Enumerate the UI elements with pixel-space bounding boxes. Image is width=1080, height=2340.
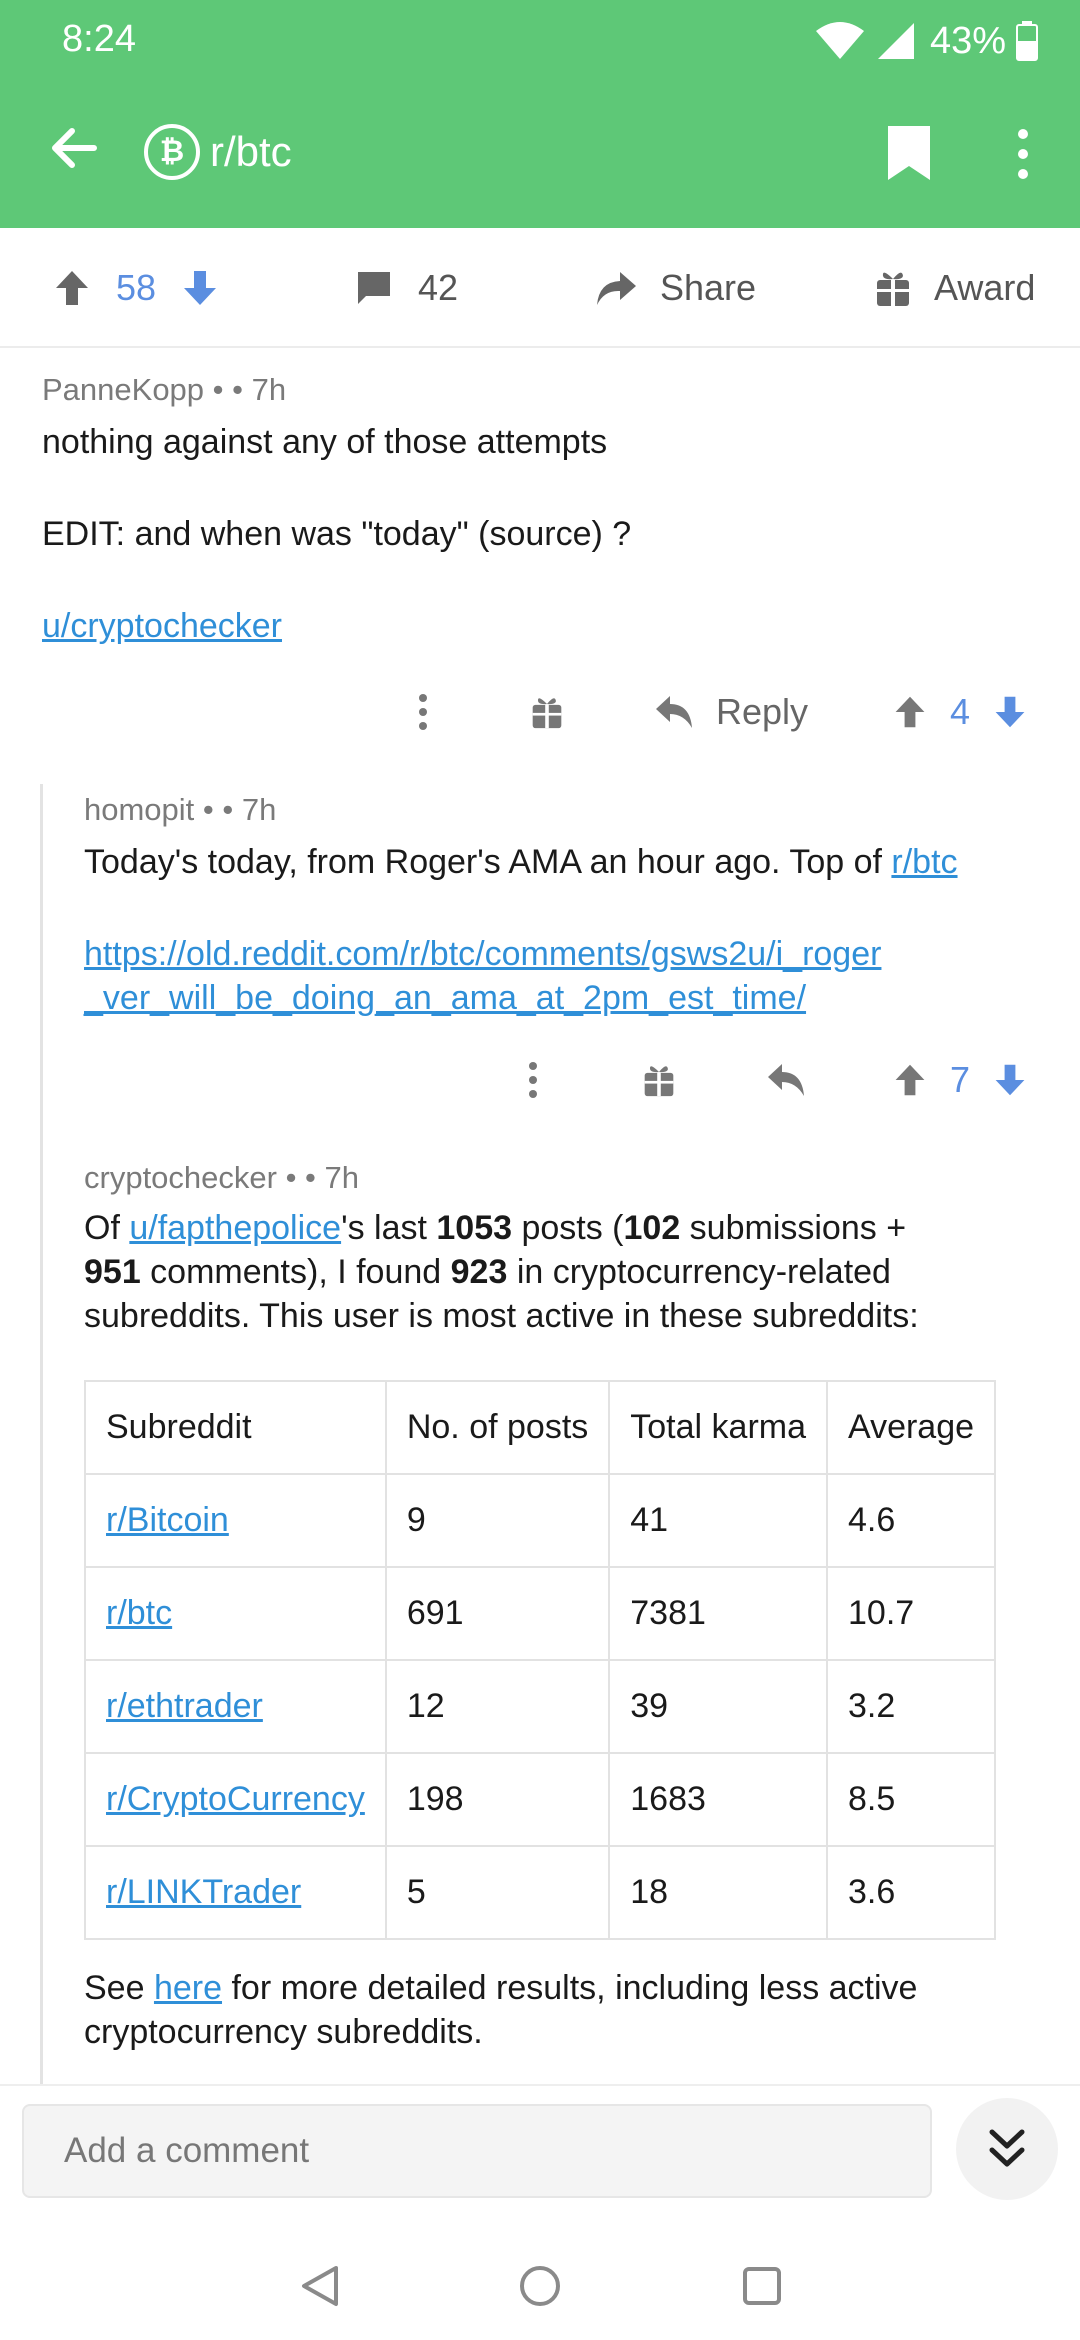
divider bbox=[0, 2084, 1080, 2086]
add-comment-input[interactable]: Add a comment bbox=[22, 2104, 932, 2198]
nav-home-icon[interactable] bbox=[518, 2264, 562, 2308]
table-row: r/CryptoCurrency 198 1683 8.5 bbox=[84, 1752, 997, 1847]
comment-text: cryptocurrency subreddits. bbox=[84, 2013, 483, 2051]
table-header-row: Subreddit No. of posts Total karma Avera… bbox=[84, 1380, 997, 1475]
table-header: Subreddit bbox=[84, 1380, 387, 1475]
comment-footer: See here for more detailed results, incl… bbox=[84, 1966, 917, 2054]
double-chevron-down-icon bbox=[989, 2129, 1025, 2167]
nav-recents-icon[interactable] bbox=[742, 2266, 782, 2306]
subreddit-link[interactable]: r/LINKTrader bbox=[106, 1873, 301, 1911]
subreddit-link[interactable]: r/ethtrader bbox=[106, 1687, 263, 1725]
system-nav-bar bbox=[0, 2220, 1080, 2340]
subreddit-link[interactable]: r/btc bbox=[106, 1594, 172, 1632]
nav-back-icon[interactable] bbox=[298, 2264, 340, 2308]
comment-text: See bbox=[84, 1969, 154, 2007]
table-cell: 3.6 bbox=[825, 1845, 997, 1940]
table-cell: 4.6 bbox=[825, 1473, 997, 1568]
table-cell: 18 bbox=[608, 1845, 828, 1940]
table-cell: 7381 bbox=[608, 1566, 828, 1661]
table-cell: 12 bbox=[384, 1659, 611, 1754]
table-header: Total karma bbox=[608, 1380, 828, 1475]
table-row: r/Bitcoin 9 41 4.6 bbox=[84, 1473, 997, 1568]
table-cell: 10.7 bbox=[825, 1566, 997, 1661]
subreddit-activity-table: Subreddit No. of posts Total karma Avera… bbox=[84, 1380, 997, 1940]
table-cell: 198 bbox=[384, 1752, 611, 1847]
table-row: r/btc 691 7381 10.7 bbox=[84, 1566, 997, 1661]
add-comment-placeholder: Add a comment bbox=[64, 2131, 310, 2170]
table-header: Average bbox=[825, 1380, 997, 1475]
details-link[interactable]: here bbox=[154, 1969, 222, 2007]
table-cell: 691 bbox=[384, 1566, 611, 1661]
table-cell: 9 bbox=[384, 1473, 611, 1568]
table-row: r/LINKTrader 5 18 3.6 bbox=[84, 1845, 997, 1940]
table-cell: 3.2 bbox=[825, 1659, 997, 1754]
subreddit-link[interactable]: r/Bitcoin bbox=[106, 1501, 229, 1539]
table-cell: 5 bbox=[384, 1845, 611, 1940]
table-row: r/ethtrader 12 39 3.2 bbox=[84, 1659, 997, 1754]
table-header: No. of posts bbox=[384, 1380, 611, 1475]
table-cell: 39 bbox=[608, 1659, 828, 1754]
table-cell: 41 bbox=[608, 1473, 828, 1568]
table-cell: 1683 bbox=[608, 1752, 828, 1847]
table-cell: 8.5 bbox=[825, 1752, 997, 1847]
comment-text: for more detailed results, including les… bbox=[222, 1969, 918, 2007]
subreddit-link[interactable]: r/CryptoCurrency bbox=[106, 1780, 365, 1818]
jump-to-next-button[interactable] bbox=[956, 2098, 1058, 2200]
